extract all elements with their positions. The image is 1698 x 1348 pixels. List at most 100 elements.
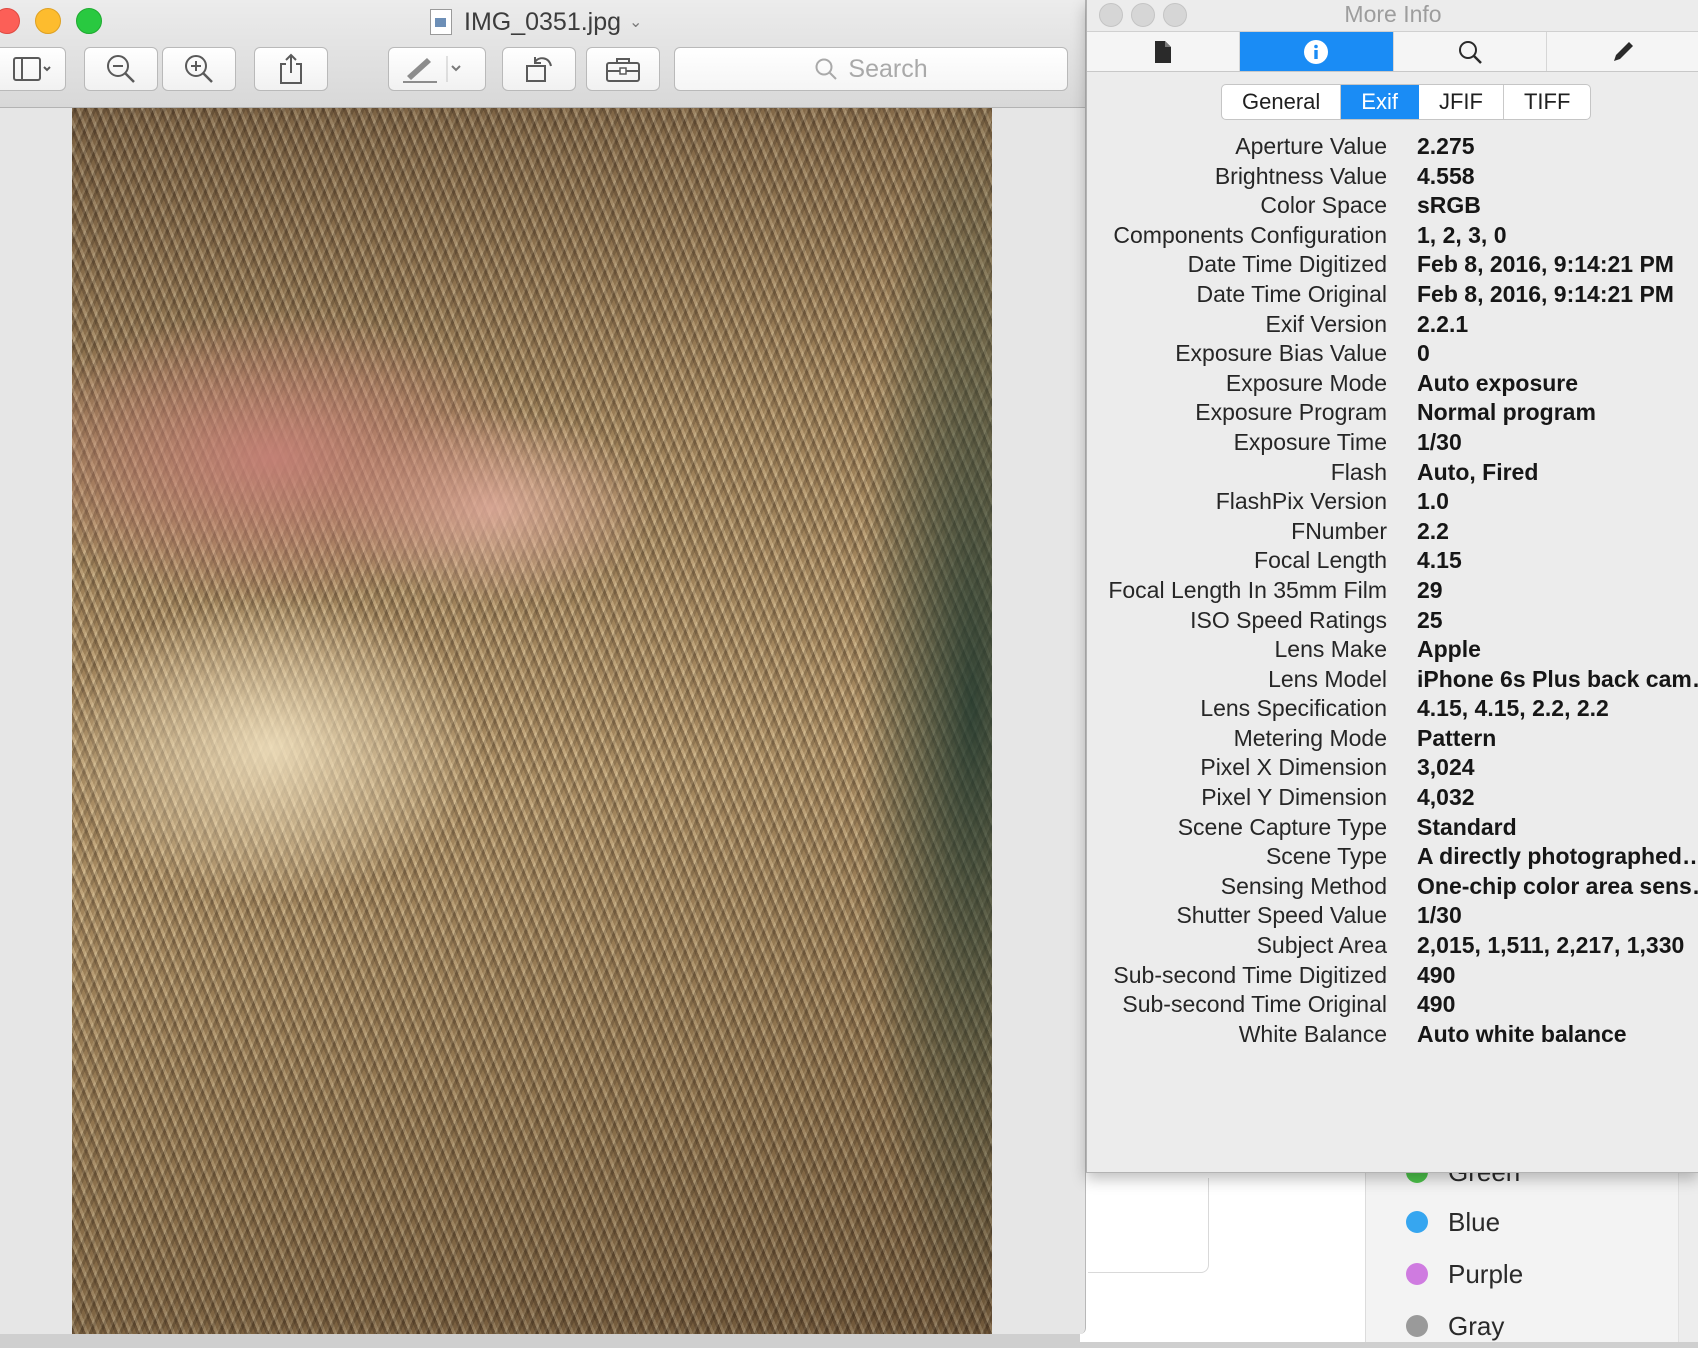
fullscreen-window-button[interactable]	[76, 8, 102, 34]
exif-value: 2,015, 1,511, 2,217, 1,330	[1417, 932, 1685, 959]
table-row: Color Space sRGB	[1087, 189, 1698, 219]
tag-item-gray[interactable]: Gray	[1406, 1304, 1504, 1348]
table-row: Exposure Mode Auto exposure	[1087, 367, 1698, 397]
zoom-in-icon	[185, 55, 213, 83]
exif-value: 29	[1417, 576, 1443, 603]
exif-key: Sub-second Time Digitized	[1113, 961, 1387, 988]
exif-value: Auto, Fired	[1417, 458, 1539, 485]
exif-value: Apple	[1417, 636, 1481, 663]
table-row: Lens Make Apple	[1087, 633, 1698, 663]
exif-value: 4.15	[1417, 547, 1462, 574]
table-row: Brightness Value 4.558	[1087, 160, 1698, 190]
tag-scrollbar[interactable]	[1678, 1160, 1698, 1342]
more-info-panel: More Info General Exif JFIF TIFF Apertur…	[1086, 0, 1698, 1173]
exif-key: Scene Type	[1265, 843, 1387, 870]
exif-table: Aperture Value 2.275 Brightness Value 4.558…	[1087, 130, 1698, 1047]
exif-value: 2.2.1	[1417, 310, 1469, 337]
exif-value: Normal program	[1417, 399, 1596, 426]
preview-window: IMG_0351.jpg ⌄ Search	[0, 0, 1086, 1334]
exif-value: A directly photographed…	[1417, 843, 1698, 870]
rotate-button[interactable]	[502, 47, 576, 91]
minimize-window-button[interactable]	[35, 8, 61, 34]
markup-pen-icon	[403, 56, 461, 83]
exif-key: Lens Specification	[1200, 695, 1387, 722]
segment-tiff[interactable]: TIFF	[1504, 85, 1590, 119]
tag-dot-gray	[1406, 1315, 1428, 1337]
exif-key: Exposure Program	[1195, 399, 1387, 426]
exif-key: Components Configuration	[1113, 221, 1387, 248]
search-input[interactable]: Search	[674, 47, 1068, 91]
segment-general[interactable]: General	[1222, 85, 1342, 119]
search-placeholder: Search	[848, 54, 928, 83]
table-row: Pixel X Dimension 3,024	[1087, 751, 1698, 781]
document-title[interactable]: IMG_0351.jpg ⌄	[430, 4, 642, 40]
exif-key: Sub-second Time Original	[1122, 991, 1387, 1018]
toolbox-button[interactable]	[586, 47, 660, 91]
close-window-button[interactable]	[0, 8, 20, 34]
chevron-down-icon: ⌄	[629, 14, 643, 31]
exif-key: Flash	[1330, 458, 1387, 485]
exif-value: 3,024	[1417, 754, 1475, 781]
exif-key: ISO Speed Ratings	[1190, 606, 1387, 633]
exif-value: 490	[1417, 961, 1456, 988]
background-panel-box	[1088, 1178, 1209, 1273]
table-row: Flash Auto, Fired	[1087, 456, 1698, 486]
tag-item-purple[interactable]: Purple	[1406, 1252, 1523, 1296]
segment-exif[interactable]: Exif	[1341, 85, 1419, 119]
info-icon	[1304, 39, 1329, 64]
inspector-tabs	[1087, 31, 1698, 72]
exif-key: Focal Length	[1254, 547, 1387, 574]
table-row: Sub-second Time Digitized 490	[1087, 959, 1698, 989]
exif-value: 4.15, 4.15, 2.2, 2.2	[1417, 695, 1609, 722]
segment-jfif[interactable]: JFIF	[1419, 85, 1504, 119]
tag-label: Purple	[1448, 1258, 1524, 1289]
exif-value: One-chip color area sens…	[1417, 872, 1698, 899]
markup-button[interactable]	[388, 47, 486, 91]
tag-item-blue[interactable]: Blue	[1406, 1200, 1500, 1244]
rotate-icon	[526, 57, 552, 82]
jpeg-file-icon	[430, 9, 452, 35]
exif-value: iPhone 6s Plus back cam…	[1417, 665, 1698, 692]
share-icon	[280, 53, 302, 84]
table-row: Scene Type A directly photographed…	[1087, 840, 1698, 870]
photo-image	[72, 108, 992, 1334]
table-row: Metering Mode Pattern	[1087, 722, 1698, 752]
table-row: Scene Capture Type Standard	[1087, 811, 1698, 841]
tag-sidebar: Green Blue Purple Gray	[1365, 1157, 1698, 1342]
tab-general-info[interactable]	[1087, 32, 1241, 71]
file-icon	[1155, 40, 1172, 63]
exif-value: sRGB	[1417, 192, 1481, 219]
tab-keywords[interactable]	[1394, 32, 1547, 71]
exif-key: Metering Mode	[1233, 724, 1387, 751]
table-row: ISO Speed Ratings 25	[1087, 604, 1698, 634]
exif-key: White Balance	[1238, 1020, 1387, 1047]
exif-key: Exposure Bias Value	[1175, 340, 1387, 367]
preview-titlebar: IMG_0351.jpg ⌄ Search	[0, 0, 1085, 108]
pencil-icon	[1613, 41, 1633, 61]
table-row: Date Time Digitized Feb 8, 2016, 9:14:21 …	[1087, 248, 1698, 278]
table-row: Exif Version 2.2.1	[1087, 308, 1698, 338]
table-row: Subject Area 2,015, 1,511, 2,217, 1,330	[1087, 929, 1698, 959]
exif-key: Exif Version	[1265, 310, 1387, 337]
exif-key: Exposure Time	[1233, 428, 1387, 455]
image-canvas[interactable]	[0, 108, 1085, 1334]
tag-dot-purple	[1406, 1263, 1428, 1285]
table-row: Sub-second Time Original 490	[1087, 988, 1698, 1018]
tab-more-info[interactable]	[1240, 32, 1394, 71]
exif-value: 2.275	[1417, 133, 1475, 159]
exif-key: Subject Area	[1256, 932, 1387, 959]
table-row: Aperture Value 2.275	[1087, 130, 1698, 160]
sidebar-toggle-button[interactable]	[0, 47, 66, 91]
toolbox-icon	[606, 58, 640, 82]
zoom-out-button[interactable]	[84, 47, 158, 91]
zoom-in-button[interactable]	[162, 47, 236, 91]
exif-key: Date Time Digitized	[1187, 251, 1387, 278]
table-row: Components Configuration 1, 2, 3, 0	[1087, 219, 1698, 249]
share-button[interactable]	[254, 47, 328, 91]
tag-label: Blue	[1448, 1206, 1501, 1237]
table-row: FlashPix Version 1.0	[1087, 485, 1698, 515]
table-row: Lens Model iPhone 6s Plus back cam…	[1087, 663, 1698, 693]
exif-key: Pixel Y Dimension	[1201, 784, 1387, 811]
exif-value: Auto white balance	[1417, 1020, 1627, 1047]
tab-annotations[interactable]	[1547, 32, 1698, 71]
